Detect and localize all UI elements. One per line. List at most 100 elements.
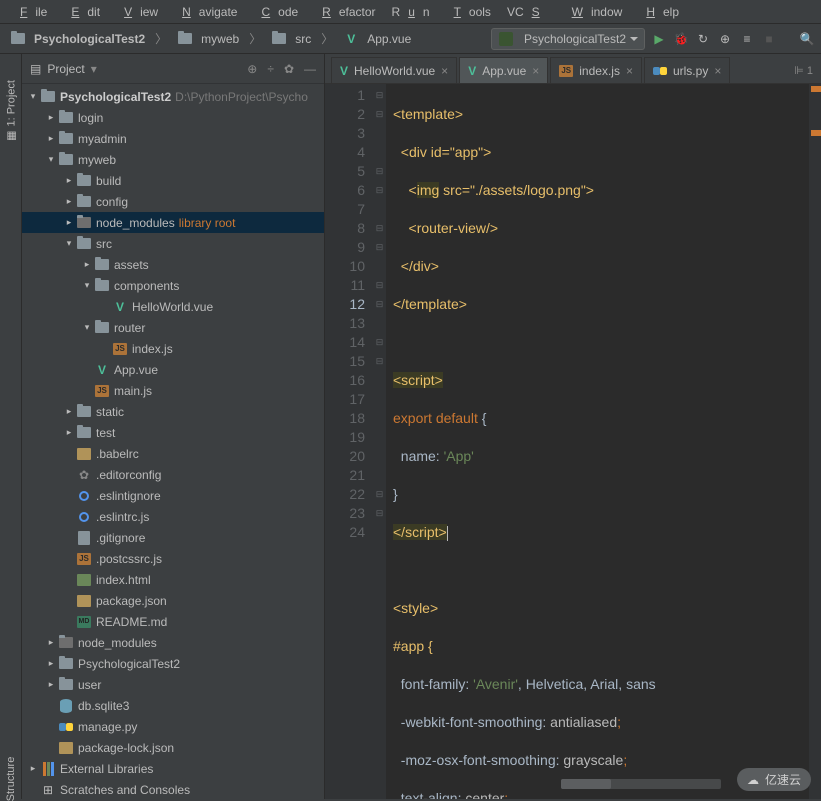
menu-edit[interactable]: Edit bbox=[55, 2, 108, 22]
editor-area: VHelloWorld.vue× VApp.vue× JSindex.js× u… bbox=[325, 54, 821, 799]
tabs-counter[interactable]: ⊫ 1 bbox=[786, 57, 821, 83]
vue-icon: V bbox=[340, 64, 348, 78]
menu-navigate[interactable]: Navigate bbox=[166, 2, 245, 22]
menu-vcs[interactable]: VCS bbox=[499, 2, 556, 22]
eslint-icon bbox=[79, 512, 89, 522]
tree-item[interactable]: ▸test bbox=[22, 422, 324, 443]
tree-item[interactable]: ▾src bbox=[22, 233, 324, 254]
editor-body[interactable]: 123456789101112131415161718192021222324 … bbox=[325, 84, 821, 799]
tree-item-helloworld[interactable]: VHelloWorld.vue bbox=[22, 296, 324, 317]
tree-root[interactable]: ▾ PsychologicalTest2 D:\PythonProject\Ps… bbox=[22, 86, 324, 107]
locate-icon[interactable]: ⊕ bbox=[247, 62, 257, 76]
tree-item[interactable]: ▸build bbox=[22, 170, 324, 191]
structure-tool-tab[interactable]: Structure bbox=[5, 757, 17, 801]
left-tool-strip: ▦1: Project Structure bbox=[0, 54, 22, 799]
menu-help[interactable]: Help bbox=[630, 2, 687, 22]
tree-item[interactable]: ▸myadmin bbox=[22, 128, 324, 149]
tree-item[interactable]: ▸config bbox=[22, 191, 324, 212]
tree-item[interactable]: ▸login bbox=[22, 107, 324, 128]
tab-urlspy[interactable]: urls.py× bbox=[644, 57, 730, 83]
close-icon[interactable]: × bbox=[532, 64, 539, 78]
tree-item[interactable]: .babelrc bbox=[22, 443, 324, 464]
tree-item[interactable]: db.sqlite3 bbox=[22, 695, 324, 716]
tree-external-libraries[interactable]: ▸External Libraries bbox=[22, 758, 324, 779]
tree-item-mainjs[interactable]: JSmain.js bbox=[22, 380, 324, 401]
menu-window[interactable]: Window bbox=[556, 2, 631, 22]
code-content[interactable]: <template> <div id="app"> <img src="./as… bbox=[387, 84, 821, 799]
js-icon: JS bbox=[559, 65, 573, 77]
python-icon bbox=[59, 720, 73, 734]
tree-item[interactable]: ▸node_modules bbox=[22, 632, 324, 653]
tree-item[interactable]: ▸static bbox=[22, 401, 324, 422]
tab-appvue[interactable]: VApp.vue× bbox=[459, 57, 548, 83]
js-icon: JS bbox=[77, 553, 91, 565]
tree-item[interactable]: ▾router bbox=[22, 317, 324, 338]
tree-item[interactable]: .gitignore bbox=[22, 527, 324, 548]
menu-view[interactable]: View bbox=[108, 2, 166, 22]
menu-file[interactable]: File bbox=[4, 2, 55, 22]
profile-button[interactable]: ≡ bbox=[739, 31, 755, 47]
run-button[interactable]: ▶ bbox=[651, 31, 667, 47]
tree-item[interactable]: index.html bbox=[22, 569, 324, 590]
coverage-button[interactable]: ⊕ bbox=[717, 31, 733, 47]
nav-bar: PsychologicalTest2 〉 myweb 〉 src 〉 V App… bbox=[0, 24, 821, 54]
js-icon: JS bbox=[95, 385, 109, 397]
breadcrumb-item[interactable]: src bbox=[267, 29, 315, 49]
config-icon bbox=[77, 448, 91, 460]
tree-item[interactable]: ▾components bbox=[22, 275, 324, 296]
run-config-dropdown[interactable]: PsychologicalTest2 bbox=[491, 28, 645, 50]
python-icon bbox=[653, 64, 667, 78]
tree-item[interactable]: manage.py bbox=[22, 716, 324, 737]
menu-run[interactable]: Run bbox=[384, 2, 438, 22]
menu-tools[interactable]: Tools bbox=[438, 2, 499, 22]
tree-item[interactable]: ▸PsychologicalTest2 bbox=[22, 653, 324, 674]
close-icon[interactable]: × bbox=[441, 64, 448, 78]
tree-item[interactable]: ▸user bbox=[22, 674, 324, 695]
tree-item-node-modules[interactable]: ▸node_moduleslibrary root bbox=[22, 212, 324, 233]
tree-item[interactable]: JS.postcssrc.js bbox=[22, 548, 324, 569]
eslint-icon bbox=[79, 491, 89, 501]
tree-item[interactable]: package-lock.json bbox=[22, 737, 324, 758]
tree-item[interactable]: package.json bbox=[22, 590, 324, 611]
close-icon[interactable]: × bbox=[626, 64, 633, 78]
close-icon[interactable]: × bbox=[714, 64, 721, 78]
stop-button[interactable]: ■ bbox=[761, 31, 777, 47]
js-icon: JS bbox=[113, 343, 127, 355]
error-stripe[interactable] bbox=[809, 84, 821, 799]
expand-all-icon[interactable]: ÷ bbox=[267, 62, 274, 76]
menu-code[interactable]: Code bbox=[245, 2, 306, 22]
chevron-right-icon: 〉 bbox=[153, 30, 169, 47]
tree-item[interactable]: ▸assets bbox=[22, 254, 324, 275]
project-panel-title: Project bbox=[47, 62, 84, 76]
breadcrumb-root[interactable]: PsychologicalTest2 bbox=[6, 29, 149, 49]
tree-item[interactable]: .eslintignore bbox=[22, 485, 324, 506]
tree-item[interactable]: .eslintrc.js bbox=[22, 506, 324, 527]
project-panel-header: ▤ Project ▾ ⊕ ÷ ✿ — bbox=[22, 54, 324, 84]
breadcrumb-item[interactable]: myweb bbox=[173, 29, 243, 49]
search-everywhere-button[interactable]: 🔍 bbox=[799, 31, 815, 47]
vue-icon: V bbox=[468, 64, 476, 78]
project-tool-tab[interactable]: ▦1: Project bbox=[4, 80, 17, 141]
tree-scratches[interactable]: ⊞Scratches and Consoles bbox=[22, 779, 324, 799]
debug-button[interactable]: 🐞 bbox=[673, 31, 689, 47]
hide-panel-icon[interactable]: — bbox=[304, 62, 316, 76]
attach-button[interactable]: ↻ bbox=[695, 31, 711, 47]
menu-refactor[interactable]: Refactor bbox=[306, 2, 383, 22]
fold-gutter[interactable]: ⊟⊟⊟⊟⊟⊟⊟⊟⊟⊟⊟⊟ bbox=[373, 84, 387, 799]
editor-tabs: VHelloWorld.vue× VApp.vue× JSindex.js× u… bbox=[325, 54, 821, 84]
horizontal-scrollbar[interactable] bbox=[561, 779, 721, 789]
tree-item-indexjs[interactable]: JSindex.js bbox=[22, 338, 324, 359]
breadcrumb: PsychologicalTest2 〉 myweb 〉 src 〉 V App… bbox=[6, 29, 491, 49]
project-view-icon: ▤ bbox=[30, 62, 41, 76]
scratch-icon: ⊞ bbox=[40, 782, 56, 798]
breadcrumb-item[interactable]: V App.vue bbox=[339, 29, 415, 49]
tree-item[interactable]: MDREADME.md bbox=[22, 611, 324, 632]
tree-item-appvue[interactable]: VApp.vue bbox=[22, 359, 324, 380]
tab-indexjs[interactable]: JSindex.js× bbox=[550, 57, 642, 83]
tree-item[interactable]: ✿.editorconfig bbox=[22, 464, 324, 485]
json-icon bbox=[59, 742, 73, 754]
tree-item[interactable]: ▾myweb bbox=[22, 149, 324, 170]
gear-icon[interactable]: ✿ bbox=[284, 62, 294, 76]
chevron-down-icon[interactable]: ▾ bbox=[91, 62, 97, 76]
tab-helloworld[interactable]: VHelloWorld.vue× bbox=[331, 57, 457, 83]
